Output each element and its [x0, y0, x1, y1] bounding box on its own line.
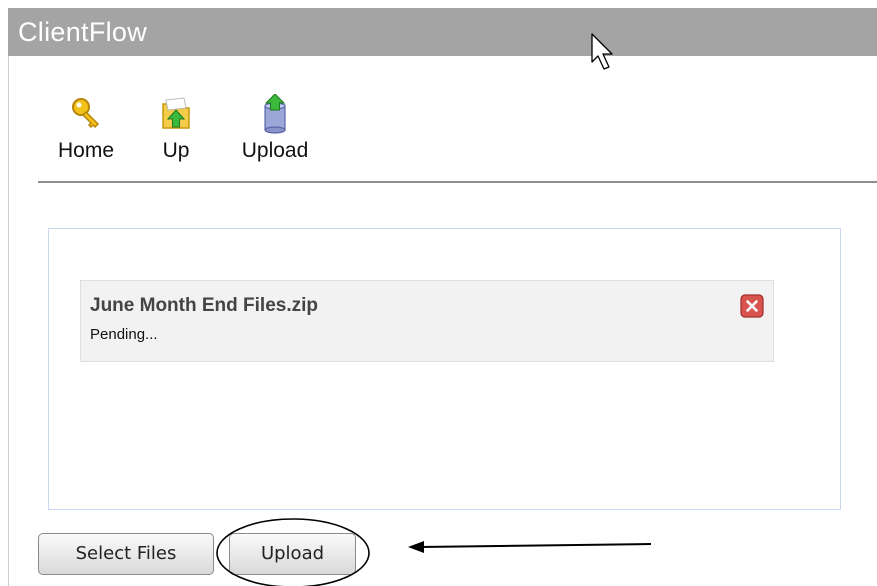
file-status: Pending... — [90, 326, 158, 343]
toolbar-home-label: Home — [57, 139, 115, 162]
folder-up-icon — [162, 97, 190, 129]
select-files-button[interactable]: Select Files — [38, 533, 214, 575]
toolbar-divider — [38, 181, 877, 183]
app-title: ClientFlow — [18, 17, 148, 47]
toolbar-upload-button[interactable]: Upload — [233, 94, 317, 163]
upload-queue-panel — [48, 228, 841, 510]
key-icon — [72, 98, 100, 129]
database-upload-icon — [264, 94, 286, 134]
file-name: June Month End Files.zip — [90, 295, 318, 316]
toolbar-up-label: Up — [162, 139, 190, 162]
queued-file-item: June Month End Files.zip Pending... — [80, 280, 774, 362]
toolbar: Home Up Upload — [38, 94, 877, 180]
remove-file-icon[interactable] — [740, 294, 764, 318]
toolbar-up-button[interactable]: Up — [154, 94, 198, 163]
title-bar: ClientFlow — [8, 8, 877, 56]
upload-button[interactable]: Upload — [229, 533, 356, 575]
toolbar-upload-label: Upload — [241, 139, 309, 162]
toolbar-home-button[interactable]: Home — [50, 94, 122, 163]
